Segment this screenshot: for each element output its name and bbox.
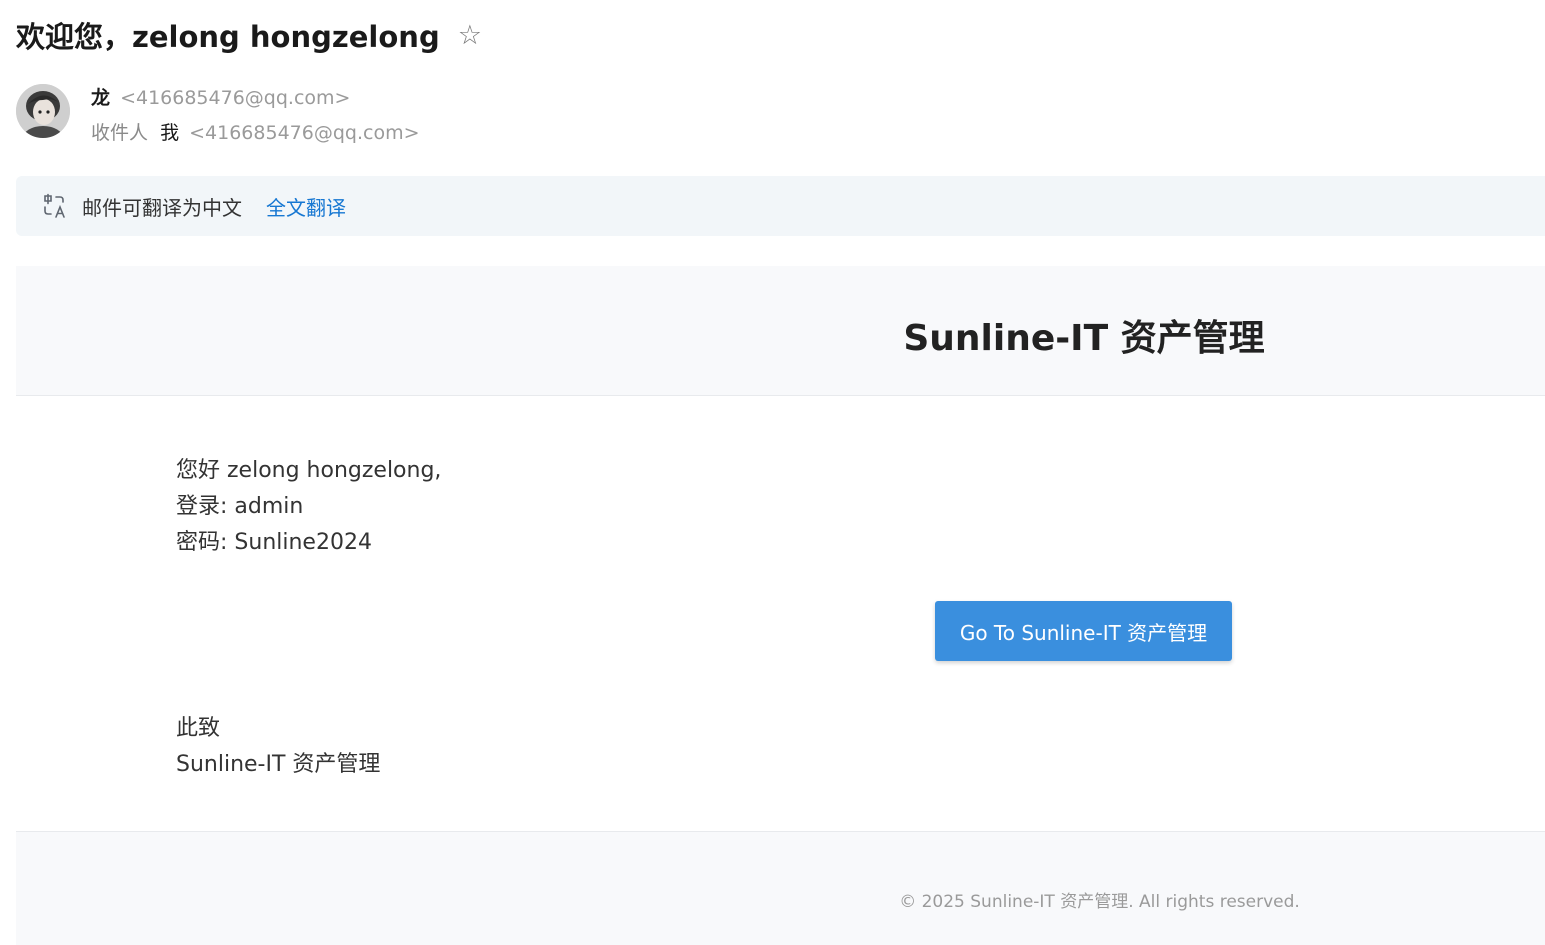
email-signature: Sunline-IT 资产管理: [176, 752, 381, 777]
sender-name[interactable]: 龙: [91, 87, 110, 109]
sender-email[interactable]: <416685476@qq.com>: [120, 87, 350, 109]
email-subject: 欢迎您，zelong hongzelong ☆: [16, 14, 482, 56]
star-icon[interactable]: ☆: [458, 22, 482, 49]
email-greeting: 您好 zelong hongzelong,: [176, 458, 442, 483]
email-password-line: 密码: Sunline2024: [176, 530, 372, 555]
email-login-line: 登录: admin: [176, 494, 304, 519]
translate-bar: 邮件可翻译为中文 全文翻译: [16, 176, 1545, 236]
avatar-photo-icon: [16, 84, 70, 138]
go-to-app-button[interactable]: Go To Sunline-IT 资产管理: [935, 601, 1232, 661]
email-banner-title: Sunline-IT 资产管理: [903, 318, 1265, 359]
email-footer-text: © 2025 Sunline-IT 资产管理. All rights reser…: [899, 892, 1300, 912]
email-footer: © 2025 Sunline-IT 资产管理. All rights reser…: [16, 831, 1545, 945]
sender-avatar[interactable]: [16, 84, 70, 138]
translate-icon: [44, 193, 65, 218]
translate-message: 邮件可翻译为中文: [82, 195, 242, 220]
email-reader: 欢迎您，zelong hongzelong ☆ 龙 <416685476@qq.…: [0, 0, 1545, 945]
recipient-name[interactable]: 我: [160, 122, 179, 144]
full-translate-link[interactable]: 全文翻译: [266, 192, 346, 221]
subject-title: 欢迎您，zelong hongzelong: [16, 20, 440, 54]
recipient-label: 收件人: [91, 122, 149, 144]
go-to-app-button-label: Go To Sunline-IT 资产管理: [959, 620, 1208, 645]
recipient-line: 收件人 我 <416685476@qq.com>: [91, 118, 420, 145]
email-signoff: 此致: [176, 716, 221, 741]
email-banner: Sunline-IT 资产管理: [16, 266, 1545, 396]
sender-line: 龙 <416685476@qq.com>: [91, 83, 350, 110]
recipient-email[interactable]: <416685476@qq.com>: [189, 122, 419, 144]
